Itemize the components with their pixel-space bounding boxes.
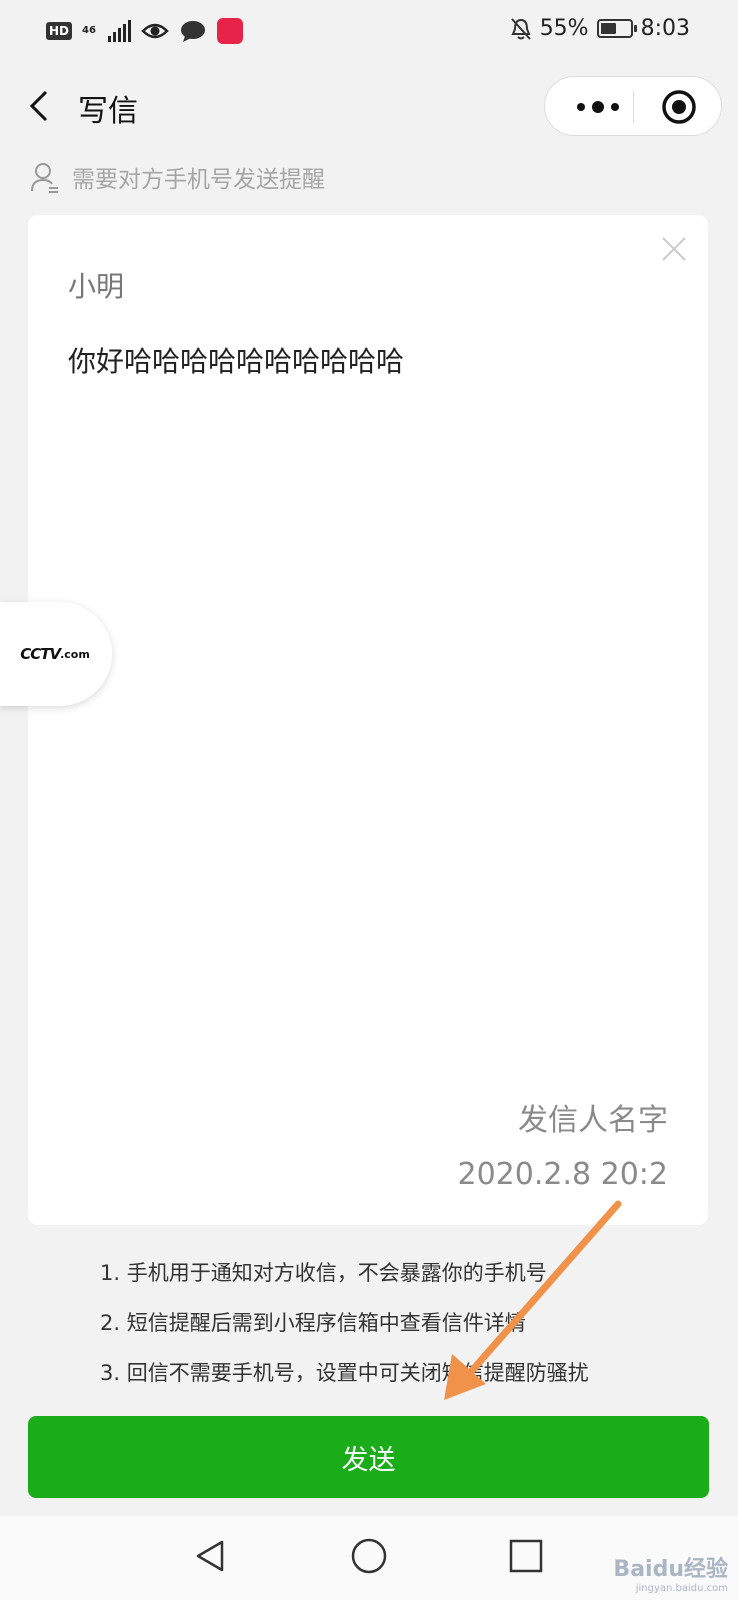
system-back-icon[interactable] <box>192 1536 232 1576</box>
system-nav-bar: Baidu经验 jingyan.baidu.com <box>0 1516 738 1600</box>
capsule-divider <box>633 91 634 123</box>
recipient-phone-field[interactable]: 需要对方手机号发送提醒 <box>30 160 325 194</box>
floating-logo-button[interactable]: CCTV .com <box>0 602 112 706</box>
nav-bar: 写信 <box>0 64 738 148</box>
status-right: 55% 8:03 <box>510 16 690 41</box>
hd-badge: HD <box>46 22 73 40</box>
close-miniprogram-icon[interactable] <box>661 89 697 125</box>
page-title: 写信 <box>78 94 138 129</box>
message-icon <box>181 21 206 42</box>
bell-muted-icon <box>510 17 531 40</box>
back-arrow-icon[interactable] <box>26 86 56 126</box>
network-type: 46 <box>82 25 96 36</box>
system-home-icon[interactable] <box>349 1536 389 1576</box>
battery-percent: 55% <box>539 16 589 41</box>
person-icon <box>31 163 58 193</box>
letter-body[interactable]: 你好哈哈哈哈哈哈哈哈哈哈 <box>68 340 404 380</box>
system-recents-icon[interactable] <box>506 1536 546 1576</box>
miniprogram-capsule <box>544 76 722 136</box>
letter-card[interactable]: 小明 你好哈哈哈哈哈哈哈哈哈哈 发信人名字 2020.2.8 20:2 <box>28 215 708 1225</box>
signal-icon <box>108 20 132 42</box>
app-notification-icon <box>217 18 244 44</box>
letter-recipient[interactable]: 小明 <box>68 265 124 305</box>
more-icon[interactable] <box>571 89 625 125</box>
clock: 8:03 <box>640 16 690 41</box>
annotation-arrow-icon <box>444 1200 622 1400</box>
watermark: Baidu经验 jingyan.baidu.com <box>613 1557 728 1594</box>
eye-icon <box>141 23 169 39</box>
status-left: HD 46 <box>46 18 244 44</box>
close-icon[interactable] <box>660 235 688 263</box>
send-button[interactable]: 发送 <box>28 1416 709 1498</box>
battery-icon <box>596 19 637 38</box>
recipient-phone-placeholder: 需要对方手机号发送提醒 <box>72 167 325 193</box>
status-bar: HD 46 55% 8:03 <box>0 0 738 64</box>
letter-sender[interactable]: 发信人名字 <box>518 1095 668 1139</box>
cctv-logo: CCTV .com <box>18 618 92 690</box>
letter-date: 2020.2.8 20:2 <box>457 1157 669 1192</box>
